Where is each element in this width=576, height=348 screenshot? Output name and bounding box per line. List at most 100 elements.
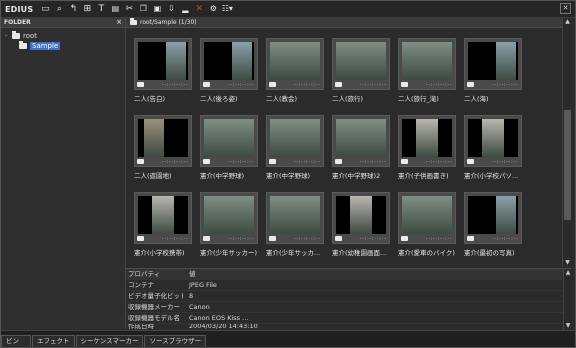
properties-panel: プロパティ 値 コンテナ JPEG File ビデオ量子化ビット... 8 収録… xyxy=(126,268,572,331)
clip-item[interactable]: --:--:--:-- 二人(海) xyxy=(464,38,522,110)
property-row[interactable]: ビデオ量子化ビット... 8 xyxy=(126,291,572,302)
clip-item[interactable]: --:--:--:-- 憲介(幼稚園画面... xyxy=(332,192,390,264)
property-key: 収録機器メーカー xyxy=(128,303,180,311)
thumbnail-image xyxy=(468,42,518,80)
clip-item[interactable]: --:--:--:-- 憲介(愛車のバイク) xyxy=(398,192,456,264)
clip-thumbnail[interactable]: --:--:--:-- xyxy=(464,115,522,167)
close-icon[interactable]: ✕ xyxy=(560,3,571,14)
folder-panel-close-icon[interactable]: × xyxy=(116,18,122,27)
clip-item[interactable]: --:--:--:-- 憲介(最初の写真) xyxy=(464,192,522,264)
delete-icon[interactable]: ✕ xyxy=(193,3,205,15)
tree-item-sample[interactable]: Sample xyxy=(5,41,125,51)
property-row[interactable]: コンテナ JPEG File xyxy=(126,280,572,291)
clip-thumbnail[interactable]: --:--:--:-- xyxy=(200,115,258,167)
camera-icon xyxy=(269,236,276,241)
clip-item[interactable]: --:--:--:-- 二人(教会) xyxy=(266,38,324,110)
tab-source-browser[interactable]: ソースブラウザー xyxy=(144,335,207,347)
tab-sequence-marker[interactable]: シーケンスマーカー xyxy=(75,335,144,347)
clip-thumbnail[interactable]: --:--:--:-- xyxy=(332,38,390,90)
folder-panel: FOLDER × - root Sample xyxy=(1,18,126,329)
clip-item[interactable]: --:--:--:-- 憲介(子供画書き) xyxy=(398,115,456,187)
clip-thumbnail[interactable]: --:--:--:-- xyxy=(398,115,456,167)
photo-placeholder xyxy=(270,42,320,80)
thumbnail-image xyxy=(138,119,188,157)
clip-thumbnail[interactable]: --:--:--:-- xyxy=(398,38,456,90)
clip-thumbnail[interactable]: --:--:--:-- xyxy=(332,115,390,167)
clip-label: 憲介(幼稚園画面... xyxy=(332,249,387,257)
photo-placeholder xyxy=(270,119,320,157)
scroll-up-icon[interactable]: ▲ xyxy=(564,269,572,277)
clip-label: 憲介(中学野球)2 xyxy=(332,172,381,180)
clip-thumbnail[interactable]: --:--:--:-- xyxy=(200,192,258,244)
clip-thumbnail[interactable]: --:--:--:-- xyxy=(266,115,324,167)
camera-icon xyxy=(335,82,342,87)
scrollbar-thumb[interactable] xyxy=(564,110,571,220)
clip-thumbnail[interactable]: --:--:--:-- xyxy=(134,192,192,244)
clip-thumbnail[interactable]: --:--:--:-- xyxy=(266,192,324,244)
scroll-down-icon[interactable]: ▼ xyxy=(564,322,572,330)
paste-icon[interactable]: ▣ xyxy=(151,3,163,15)
bin-panel: root/Sample (1/30) --:--:--:-- 二人(告白) --:-… xyxy=(126,18,562,267)
clip-item[interactable]: --:--:--:-- 憲介(少年サッカ... xyxy=(266,192,324,264)
properties-icon[interactable]: ⚙ xyxy=(207,3,219,15)
clip-thumbnail[interactable]: --:--:--:-- xyxy=(134,115,192,167)
clip-thumbnail[interactable]: --:--:--:-- xyxy=(464,38,522,90)
scroll-up-icon[interactable]: ▲ xyxy=(563,18,572,26)
scroll-down-icon[interactable]: ▼ xyxy=(563,259,572,267)
cut-icon[interactable]: ✂ xyxy=(123,3,135,15)
clip-item[interactable]: --:--:--:-- 二人(旅行_滝) xyxy=(398,38,456,110)
thumbnail-image xyxy=(402,196,452,234)
clip-thumbnail[interactable]: --:--:--:-- xyxy=(398,192,456,244)
title-icon[interactable]: T xyxy=(95,3,107,15)
clip-item[interactable]: --:--:--:-- 二人(後ろ姿) xyxy=(200,38,258,110)
clip-thumbnail[interactable]: --:--:--:-- xyxy=(332,192,390,244)
collapse-icon[interactable]: - xyxy=(5,32,12,40)
clip-thumbnail[interactable]: --:--:--:-- xyxy=(266,38,324,90)
new-folder-icon[interactable]: ▭ xyxy=(39,3,51,15)
property-row[interactable]: 収録機器メーカー Canon xyxy=(126,302,572,313)
property-value: Canon EOS Kiss ... xyxy=(189,314,249,322)
clip-item[interactable]: --:--:--:-- 二人(遊園地) xyxy=(134,115,192,187)
clip-label: 二人(海) xyxy=(464,95,489,103)
tab-bin[interactable]: ビン xyxy=(1,335,31,347)
property-key: 収録機器モデル名 xyxy=(128,314,180,322)
view-icon[interactable]: ☷▾ xyxy=(221,3,233,15)
thumbnail-image xyxy=(336,119,386,157)
search-icon[interactable]: ⌕ xyxy=(53,3,65,15)
clip-item[interactable]: --:--:--:-- 二人(告白) xyxy=(134,38,192,110)
clip-label: 二人(旅行_滝) xyxy=(398,95,439,103)
clip-label: 憲介(小学校パソ... xyxy=(464,172,519,180)
clip-thumbnail[interactable]: --:--:--:-- xyxy=(134,38,192,90)
add-icon[interactable]: ▂ xyxy=(179,3,191,15)
clip-label: 憲介(中学野球) xyxy=(266,172,311,180)
thumbnail-image xyxy=(270,196,320,234)
camera-icon xyxy=(467,236,474,241)
properties-scrollbar[interactable]: ▲ ▼ xyxy=(563,269,572,330)
property-value: Canon xyxy=(189,303,210,311)
import-icon[interactable]: ⊞ xyxy=(81,3,93,15)
clip-label: 憲介(愛車のバイク) xyxy=(398,249,455,257)
clip-label: 二人(告白) xyxy=(134,95,166,103)
clip-item[interactable]: --:--:--:-- 憲介(小学校携帯) xyxy=(134,192,192,264)
photo-placeholder xyxy=(336,42,386,80)
clip-item[interactable]: --:--:--:-- 憲介(中学野球)2 xyxy=(332,115,390,187)
clip-item[interactable]: --:--:--:-- 憲介(中学野球) xyxy=(266,115,324,187)
tab-effects[interactable]: エフェクト xyxy=(32,335,75,347)
camera-icon xyxy=(137,82,144,87)
clip-thumbnail[interactable]: --:--:--:-- xyxy=(200,38,258,90)
clip-item[interactable]: --:--:--:-- 憲介(少年サッカー) xyxy=(200,192,258,264)
clip-item[interactable]: --:--:--:-- 憲介(小学校パソ... xyxy=(464,115,522,187)
copy-icon[interactable]: ❐ xyxy=(137,3,149,15)
tree-item-root[interactable]: - root xyxy=(5,31,125,41)
property-row[interactable]: 収録機器モデル名 Canon EOS Kiss ... xyxy=(126,313,572,324)
bin-scrollbar[interactable]: ▲ ▼ xyxy=(562,18,572,267)
photo-placeholder xyxy=(166,42,186,80)
bin-path-bar: root/Sample (1/30) xyxy=(126,18,562,28)
up-icon[interactable]: ↰ xyxy=(67,3,79,15)
color-bar-icon[interactable]: ▤ xyxy=(109,3,121,15)
add-to-timeline-icon[interactable]: ⇩ xyxy=(165,3,177,15)
clip-item[interactable]: --:--:--:-- 憲介(中学野球) xyxy=(200,115,258,187)
camera-icon xyxy=(269,159,276,164)
clip-thumbnail[interactable]: --:--:--:-- xyxy=(464,192,522,244)
clip-item[interactable]: --:--:--:-- 二人(旅行) xyxy=(332,38,390,110)
